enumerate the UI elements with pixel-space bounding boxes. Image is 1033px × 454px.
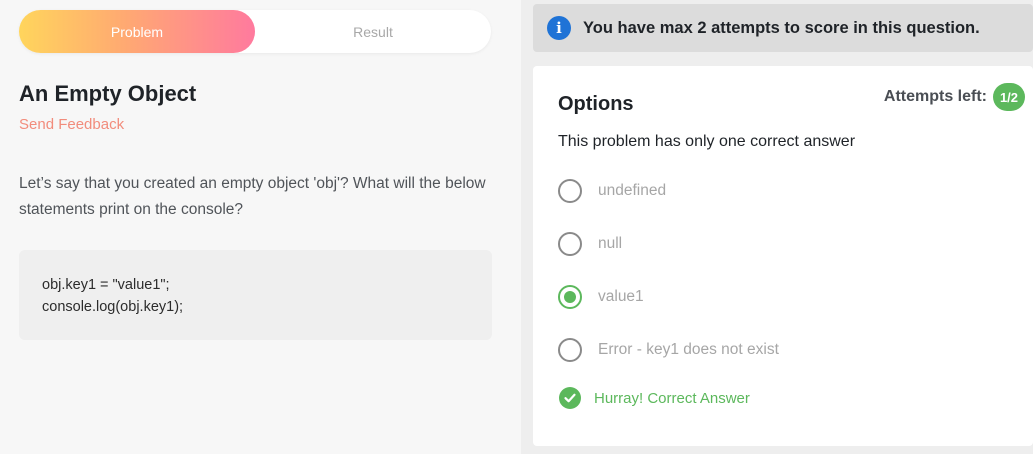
option-undefined[interactable]: undefined [558,178,666,204]
tab-problem[interactable]: Problem [19,10,255,53]
answer-instruction: This problem has only one correct answer [558,133,856,150]
attempts-left: Attempts left: 1/2 [884,83,1025,111]
option-label: Error - key1 does not exist [598,341,779,358]
attempts-banner: i You have max 2 attempts to score in th… [533,4,1033,52]
problem-panel: Problem Result An Empty Object Send Feed… [0,0,521,454]
option-null[interactable]: null [558,231,622,257]
radio-button[interactable] [558,232,582,256]
option-value1[interactable]: value1 [558,284,644,310]
option-label: undefined [598,182,667,199]
code-line: obj.key1 = "value1"; [42,277,170,293]
result-message: Hurray! Correct Answer [559,387,750,409]
code-block: obj.key1 = "value1"; console.log(obj.key… [19,250,492,340]
result-text: Hurray! Correct Answer [594,389,750,407]
send-feedback-link[interactable]: Send Feedback [19,116,124,133]
option-error[interactable]: Error - key1 does not exist [558,337,779,363]
radio-button[interactable] [558,338,582,362]
check-circle-icon [559,387,581,409]
problem-title: An Empty Object [19,81,197,106]
banner-text: You have max 2 attempts to score in this… [583,18,980,37]
radio-button-selected[interactable] [558,285,582,309]
tab-result[interactable]: Result [255,10,491,53]
attempts-left-badge: 1/2 [993,83,1025,111]
tab-bar: Problem Result [19,10,491,53]
options-card: Options Attempts left: 1/2 This problem … [533,66,1033,446]
info-icon: i [547,16,571,40]
option-label: null [598,235,623,252]
question-text: Let’s say that you created an empty obje… [19,175,486,218]
option-label: value1 [598,288,644,305]
code-line: console.log(obj.key1); [42,299,184,315]
attempts-left-label: Attempts left: [883,88,987,105]
options-title: Options [558,93,634,115]
radio-button[interactable] [558,179,582,203]
